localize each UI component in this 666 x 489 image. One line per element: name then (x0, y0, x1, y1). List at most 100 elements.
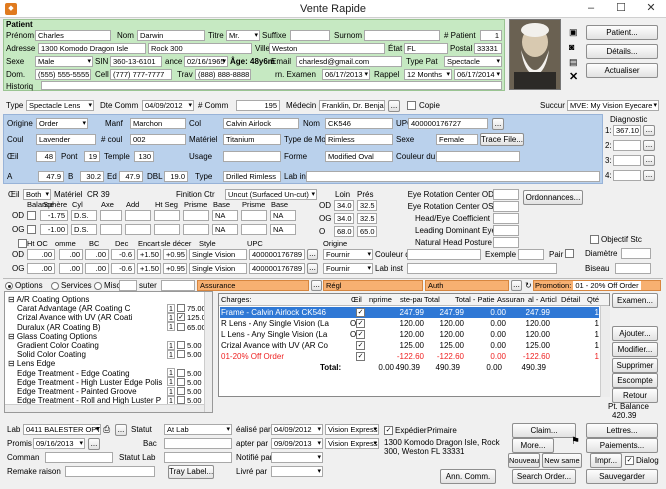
details-button[interactable]: Détails... (586, 44, 658, 59)
sauvegarder-button[interactable]: Sauvegarder (586, 469, 658, 484)
search-order-button[interactable]: Search Order... (512, 469, 576, 484)
comm-field[interactable]: 195 (236, 100, 280, 111)
diag1-browse[interactable]: ... (643, 125, 655, 136)
og-axe-field[interactable] (100, 224, 122, 235)
folder-icon[interactable]: ▤ (569, 55, 581, 70)
frame-type-field[interactable]: Drilled Rimless (223, 171, 281, 182)
od2-field-4[interactable]: +1.50 (137, 249, 161, 260)
od-axe-field[interactable] (100, 210, 122, 221)
og2-field-2[interactable]: .00 (85, 263, 109, 274)
charge-imprime-checkbox[interactable]: ✓ (356, 319, 365, 328)
labinst-field[interactable] (306, 171, 600, 182)
diag2-browse[interactable]: ... (643, 140, 655, 151)
od2-field-6[interactable]: Single Vision (189, 249, 247, 260)
od-base2-field[interactable]: NA (270, 210, 296, 221)
nouveau-button[interactable]: Nouveau (508, 453, 540, 468)
frame-sexe-field[interactable]: Female (436, 134, 478, 145)
eye-param-field[interactable] (493, 189, 519, 200)
auth-browse[interactable]: ... (511, 280, 522, 291)
print-icon[interactable]: ⎙ (103, 424, 110, 434)
diag3-field[interactable] (613, 155, 641, 166)
promotion-field[interactable]: Promotion: 01 - 20% Off Order (533, 280, 661, 291)
postal-field[interactable]: 33331 (474, 43, 502, 54)
copie-checkbox[interactable] (407, 101, 416, 110)
usage-field[interactable] (223, 151, 281, 162)
eye-param-field[interactable] (493, 225, 519, 236)
lens-oeil-select[interactable]: Both (23, 189, 51, 200)
diametre-field[interactable] (621, 248, 651, 259)
od2-field-8[interactable]: Fournir (323, 249, 373, 260)
more-button[interactable]: More... (512, 438, 554, 453)
surnom-field[interactable] (364, 30, 440, 41)
od2-field-1[interactable]: .00 (59, 249, 83, 260)
og-prisme1-field[interactable] (183, 224, 209, 235)
promis-browse[interactable]: ... (88, 438, 100, 450)
couleur-field[interactable] (436, 151, 520, 162)
assurance-field[interactable]: Assurance (197, 280, 309, 291)
tree-checked[interactable]: ✓ (177, 313, 185, 322)
diag4-browse[interactable]: ... (643, 170, 655, 181)
upc-browse-button[interactable]: ... (492, 118, 504, 130)
eye-param-field[interactable] (493, 237, 519, 248)
og-loin-field[interactable]: 34.0 (334, 213, 354, 224)
tree-check[interactable] (177, 377, 185, 386)
services-radio[interactable] (51, 282, 59, 290)
minimize-button[interactable]: – (576, 0, 606, 18)
right-button[interactable]: Escompte (612, 373, 658, 388)
auth-field[interactable]: Auth (425, 280, 509, 291)
rappel-select[interactable]: 12 Months (404, 69, 452, 80)
actualiser-button[interactable]: Actualiser (586, 63, 658, 78)
od-cyl-field[interactable]: D.S. (71, 210, 97, 221)
og-sphere-field[interactable]: -1.00 (40, 224, 68, 235)
charge-imprime-checkbox[interactable]: ✓ (356, 341, 365, 350)
table-row[interactable]: L Lens - Any Single Vision (LaOG✓120.001… (220, 329, 599, 340)
lens-labinst-field[interactable] (407, 263, 557, 274)
od2-field-3[interactable]: -0.6 (111, 249, 135, 260)
nom-field[interactable]: Darwin (137, 30, 205, 41)
photo-icon[interactable]: ▣ (569, 25, 581, 40)
lettres-button[interactable]: Lettres... (586, 423, 658, 438)
ht-oc-checkbox[interactable] (18, 239, 27, 248)
table-row[interactable]: Crizal Avance with UV (AR Co ✓ 125.00 125.0… (220, 340, 599, 351)
oeil-field[interactable]: 48 (36, 151, 56, 162)
right-button[interactable]: Modifier... (612, 342, 658, 357)
succursale-select[interactable]: MVE: My Vision Eyecare (567, 100, 659, 111)
assurance-browse[interactable]: ... (311, 280, 322, 291)
tree-qty[interactable]: 1 (167, 322, 175, 332)
refresh-icon[interactable]: ↻ (525, 281, 532, 291)
dte-comm-field[interactable]: 04/09/2012 (142, 100, 194, 111)
od2-field-0[interactable]: .00 (27, 249, 55, 260)
camera-icon[interactable]: ◙ (569, 40, 581, 55)
close-button[interactable]: ✕ (636, 0, 666, 18)
adresse1-field[interactable]: 1300 Komodo Dragon Isle (38, 43, 146, 54)
od-htseg-field[interactable] (154, 210, 180, 221)
realise-date[interactable]: 04/09/2012 (271, 424, 323, 435)
forme-field[interactable]: Modified Oval (325, 151, 393, 162)
right-button[interactable]: Examen... (612, 293, 658, 308)
remake-field[interactable] (65, 466, 155, 477)
tree-check[interactable] (177, 350, 185, 359)
medecin-field[interactable]: Franklin, Dr. Benjar (319, 100, 385, 111)
temple-field[interactable]: 130 (134, 151, 154, 162)
statut-select[interactable]: At Lab (164, 424, 232, 435)
etat-field[interactable]: FL (404, 43, 448, 54)
manf-field[interactable]: Marchon (130, 118, 186, 129)
frame-nom-field[interactable]: CK546 (325, 118, 393, 129)
od-prisme2-field[interactable] (241, 210, 267, 221)
tree-qty[interactable]: 1 (167, 368, 175, 378)
diag1-field[interactable]: 367.10 (613, 125, 641, 136)
upc-field[interactable]: 400000176727 (408, 118, 488, 129)
right-button[interactable]: Ajouter... (612, 326, 658, 341)
og-htseg-field[interactable] (154, 224, 180, 235)
paiements-button[interactable]: Paiements... (586, 438, 658, 453)
od-prisme1-field[interactable] (183, 210, 209, 221)
trav-field[interactable]: (888) 888-8888 (195, 69, 251, 80)
tree-check[interactable] (177, 341, 185, 349)
og2-field-5[interactable]: +0.95 (163, 263, 187, 274)
og2-upc-browse[interactable]: ... (307, 263, 318, 274)
og2-field-6[interactable]: Single Vision (189, 263, 247, 274)
cell-field[interactable]: (777) 777-7777 (110, 69, 172, 80)
misc-field[interactable] (119, 280, 137, 291)
order-type-select[interactable]: Spectacle Lens (26, 100, 94, 111)
suffixe-field[interactable] (290, 30, 330, 41)
